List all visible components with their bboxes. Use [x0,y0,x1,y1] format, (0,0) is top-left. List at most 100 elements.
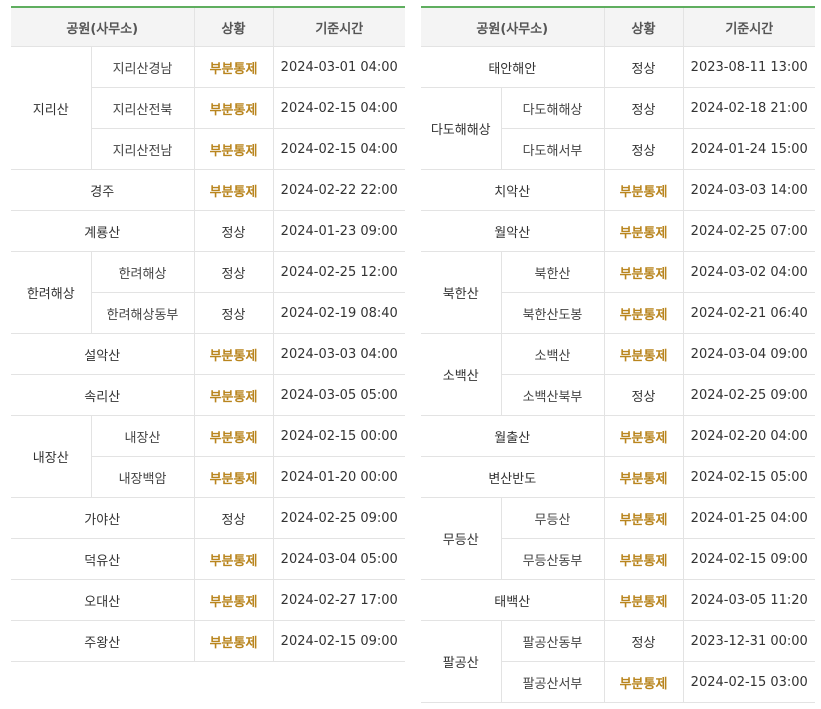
reference-time: 2024-02-25 09:00 [272,497,405,539]
office-name: 무등산동부 [501,538,605,580]
header-park: 공원(사무소) [11,6,195,47]
status-value: 부분통제 [193,620,274,662]
status-value: 정상 [603,374,684,416]
status-value: 부분통제 [193,333,274,375]
table-row: 치악산 부분통제 2024-03-03 14:00 [421,169,815,211]
reference-time: 2024-01-24 15:00 [682,128,815,170]
park-name: 가야산 [11,497,195,539]
table-row: 태백산 부분통제 2024-03-05 11:20 [421,579,815,621]
office-name: 소백산북부 [501,374,605,416]
table-row: 가야산 정상 2024-02-25 09:00 [11,497,405,539]
table-header-row: 공원(사무소) 상황 기준시간 [11,6,405,47]
park-name: 변산반도 [421,456,605,498]
park-group-name: 무등산 [421,497,502,580]
reference-time: 2024-02-18 21:00 [682,87,815,129]
table-row: 소백산 소백산 부분통제 2024-03-04 09:00 [421,333,815,416]
reference-time: 2023-08-11 13:00 [682,46,815,88]
office-name: 한려해상 [90,251,195,293]
reference-time: 2024-01-20 00:00 [272,456,405,498]
reference-time: 2024-02-25 09:00 [682,374,815,416]
reference-time: 2024-01-23 09:00 [272,210,405,252]
park-name: 오대산 [11,579,195,621]
park-group-name: 내장산 [11,415,92,498]
office-name: 내장백암 [91,456,195,498]
park-name: 월악산 [421,210,605,252]
reference-time: 2024-02-15 04:00 [272,87,405,129]
reference-time: 2024-03-05 11:20 [682,579,815,621]
status-value: 부분통제 [193,46,274,88]
reference-time: 2024-02-15 05:00 [682,456,815,498]
office-name: 지리산전북 [91,87,195,129]
reference-time: 2024-01-25 04:00 [682,497,815,539]
reference-time: 2024-02-15 03:00 [682,661,815,703]
park-group-name: 소백산 [421,333,502,416]
park-name: 계룡산 [11,210,195,252]
park-status-table-left: 공원(사무소) 상황 기준시간 지리산 지리산경남 부분통제 2024-03-01 0… [11,6,405,662]
park-name: 경주 [11,169,195,211]
reference-time: 2024-02-21 06:40 [682,292,815,334]
park-group-name: 팔공산 [421,620,502,703]
park-name: 치악산 [421,169,605,211]
park-group-name: 한려해상 [11,251,92,334]
park-status-table-right: 공원(사무소) 상황 기준시간 태안해안 정상 2023-08-11 13:00 다도… [421,6,815,703]
reference-time: 2024-02-25 07:00 [682,210,815,252]
reference-time: 2023-12-31 00:00 [682,620,815,662]
table-row: 속리산 부분통제 2024-03-05 05:00 [11,374,405,416]
reference-time: 2024-02-20 04:00 [682,415,815,457]
reference-time: 2024-02-19 08:40 [272,292,405,334]
reference-time: 2024-03-01 04:00 [272,46,405,88]
status-value: 부분통제 [603,169,684,211]
table-row: 태안해안 정상 2023-08-11 13:00 [421,46,815,88]
park-name: 속리산 [11,374,195,416]
status-value: 부분통제 [603,333,684,375]
status-value: 부분통제 [193,538,274,580]
office-name: 팔공산서부 [501,661,605,703]
table-row: 변산반도 부분통제 2024-02-15 05:00 [421,456,815,498]
table-body: 태안해안 정상 2023-08-11 13:00 다도해해상 다도해해상 정상 2024-0… [421,46,815,703]
reference-time: 2024-02-22 22:00 [272,169,405,211]
table-row: 한려해상 한려해상 정상 2024-02-25 12:00 [11,251,405,334]
status-value: 부분통제 [193,128,274,170]
office-name: 내장산 [90,415,195,457]
status-value: 부분통제 [603,251,684,293]
table-row: 덕유산 부분통제 2024-03-04 05:00 [11,538,405,580]
table-body: 지리산 지리산경남 부분통제 2024-03-01 04:00 지리산전북 부분통제 202… [11,46,405,662]
reference-time: 2024-03-02 04:00 [682,251,815,293]
status-value: 정상 [603,46,684,88]
status-value: 정상 [603,620,684,662]
table-row: 오대산 부분통제 2024-02-27 17:00 [11,579,405,621]
header-time: 기준시간 [682,6,815,47]
status-value: 부분통제 [603,456,684,498]
office-name: 북한산 [500,251,605,293]
office-name: 한려해상동부 [91,292,195,334]
status-value: 부분통제 [603,415,684,457]
park-name: 덕유산 [11,538,195,580]
header-status: 상황 [193,6,274,47]
office-name: 지리산전남 [91,128,195,170]
table-row: 월악산 부분통제 2024-02-25 07:00 [421,210,815,252]
office-name: 다도해서부 [501,128,605,170]
reference-time: 2024-02-15 00:00 [272,415,405,457]
status-value: 부분통제 [193,169,274,211]
reference-time: 2024-03-03 14:00 [682,169,815,211]
status-value: 부분통제 [603,661,684,703]
park-group-name: 다도해해상 [421,87,502,170]
status-value: 부분통제 [603,210,684,252]
table-row: 계룡산 정상 2024-01-23 09:00 [11,210,405,252]
header-status: 상황 [603,6,684,47]
reference-time: 2024-03-03 04:00 [272,333,405,375]
reference-time: 2024-02-15 09:00 [272,620,405,662]
table-row: 팔공산 팔공산동부 정상 2023-12-31 00:00 [421,620,815,703]
status-value: 부분통제 [193,579,274,621]
header-time: 기준시간 [272,6,405,47]
reference-time: 2024-02-25 12:00 [272,251,405,293]
status-value: 부분통제 [603,497,684,539]
office-name: 지리산경남 [90,46,195,88]
status-value: 부분통제 [603,579,684,621]
reference-time: 2024-02-27 17:00 [272,579,405,621]
table-header-row: 공원(사무소) 상황 기준시간 [421,6,815,47]
office-name: 다도해해상 [500,87,605,129]
park-name: 태백산 [421,579,605,621]
status-value: 부분통제 [603,292,684,334]
reference-time: 2024-02-15 09:00 [682,538,815,580]
